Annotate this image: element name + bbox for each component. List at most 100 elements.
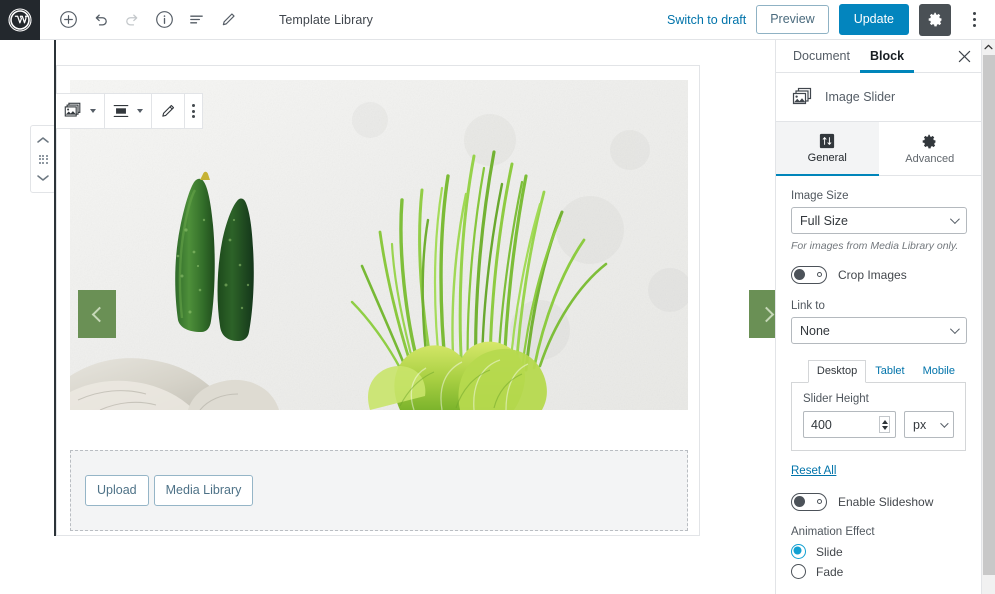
pencil-icon	[162, 104, 175, 117]
media-placeholder: Upload Media Library	[70, 450, 688, 531]
edit-image-button[interactable]	[152, 94, 184, 128]
device-tab-bar: Desktop Tablet Mobile	[791, 360, 966, 383]
tab-general[interactable]: General	[776, 122, 879, 176]
sidebar-block-name: Image Slider	[825, 90, 896, 104]
slider-next-button[interactable]	[749, 290, 775, 338]
more-group	[185, 94, 202, 128]
stepper-down-icon	[881, 425, 888, 430]
animation-option-fade[interactable]: Fade	[791, 564, 966, 579]
link-to-value: None	[800, 323, 830, 338]
redo-button[interactable]	[117, 4, 147, 36]
crop-images-toggle[interactable]	[791, 266, 827, 284]
image-size-helper-text: For images from Media Library only.	[791, 240, 959, 252]
kebab-menu-icon	[972, 12, 976, 15]
gear-icon	[922, 134, 936, 148]
align-button[interactable]	[105, 94, 137, 128]
top-bar-tools	[40, 4, 243, 36]
move-block-down-button[interactable]	[31, 169, 55, 187]
enable-slideshow-row: Enable Slideshow	[791, 493, 966, 511]
tab-block[interactable]: Block	[859, 40, 915, 73]
drag-handle-icon[interactable]	[38, 154, 48, 164]
chevron-down-icon	[949, 214, 960, 225]
chevron-down-icon	[949, 324, 960, 335]
wordpress-block-editor: Template Library Switch to draft Preview…	[0, 0, 995, 594]
editor-top-bar: Template Library Switch to draft Preview…	[0, 0, 995, 40]
slider-prev-button[interactable]	[78, 290, 116, 338]
tab-advanced-label: Advanced	[905, 152, 955, 165]
close-icon	[958, 50, 970, 62]
slider-height-label: Slider Height	[803, 393, 869, 405]
sidebar-scrollbar[interactable]	[981, 40, 995, 594]
chevron-down-icon	[940, 418, 949, 428]
tab-document[interactable]: Document	[783, 40, 860, 72]
link-to-label: Link to	[791, 300, 825, 312]
radio-slide-label: Slide	[816, 544, 843, 559]
top-bar-actions: Switch to draft Preview Update	[667, 3, 995, 36]
animation-effect-radio-group: Slide Fade	[791, 544, 966, 579]
slider-height-stepper[interactable]	[879, 416, 891, 433]
align-center-icon	[113, 105, 129, 117]
align-caret-icon[interactable]	[137, 109, 143, 113]
wordpress-logo-icon[interactable]	[0, 0, 40, 40]
preview-button[interactable]: Preview	[756, 4, 829, 35]
undo-button[interactable]	[85, 4, 115, 36]
general-settings-panel: Image Size Full Size For images from Med…	[776, 176, 981, 579]
move-block-up-button[interactable]	[31, 131, 55, 149]
vegetables-photo	[70, 80, 688, 410]
document-title: Template Library	[279, 12, 374, 27]
animation-option-slide[interactable]: Slide	[791, 544, 966, 559]
scrollbar-thumb[interactable]	[983, 55, 995, 575]
slider-height-controls: 400 px	[803, 411, 954, 438]
tab-general-label: General	[807, 152, 847, 164]
block-mover	[30, 125, 56, 193]
slider-height-input[interactable]: 400	[803, 411, 897, 438]
upload-button[interactable]: Upload	[85, 475, 149, 506]
chevron-up-icon	[984, 44, 993, 50]
block-selection-indicator	[54, 40, 56, 536]
device-tab-tablet[interactable]: Tablet	[866, 360, 913, 382]
enable-slideshow-toggle[interactable]	[791, 493, 827, 511]
sliders-icon	[820, 133, 835, 149]
device-tab-desktop[interactable]: Desktop	[807, 360, 867, 383]
radio-slide[interactable]	[791, 544, 806, 559]
edit-mode-pencil-button[interactable]	[213, 4, 243, 36]
chevron-up-icon	[37, 137, 49, 143]
block-type-caret-icon[interactable]	[90, 109, 96, 113]
add-block-button[interactable]	[53, 4, 83, 36]
editor-canvas: Upload Media Library	[0, 40, 775, 594]
radio-fade[interactable]	[791, 564, 806, 579]
device-tab-mobile[interactable]: Mobile	[914, 360, 964, 382]
chevron-right-icon	[758, 306, 774, 322]
sidebar-tab-bar: Document Block	[776, 40, 981, 73]
settings-gear-button[interactable]	[919, 3, 951, 36]
change-block-type-button[interactable]	[56, 94, 90, 128]
image-size-select[interactable]: Full Size	[791, 207, 967, 234]
update-button[interactable]: Update	[838, 3, 909, 36]
align-group	[105, 94, 152, 128]
content-info-button[interactable]	[149, 4, 179, 36]
block-more-options-button[interactable]	[185, 94, 202, 128]
image-slider-block[interactable]: Upload Media Library	[56, 65, 775, 536]
chevron-left-icon	[91, 306, 107, 322]
media-library-button[interactable]: Media Library	[153, 475, 254, 506]
tab-advanced[interactable]: Advanced	[878, 122, 981, 175]
close-sidebar-button[interactable]	[947, 40, 981, 72]
block-settings-tabs: General Advanced	[776, 122, 981, 176]
crop-images-row: Crop Images	[791, 266, 966, 284]
scrollbar-up-button[interactable]	[982, 40, 995, 54]
switch-to-draft-button[interactable]: Switch to draft	[667, 13, 746, 27]
link-to-select[interactable]: None	[791, 317, 967, 344]
block-type-group	[56, 94, 105, 128]
animation-effect-label: Animation Effect	[791, 526, 875, 538]
chevron-down-icon	[37, 175, 49, 181]
block-navigation-button[interactable]	[181, 4, 211, 36]
block-toolbar	[56, 93, 203, 129]
image-size-value: Full Size	[800, 213, 848, 228]
reset-all-link[interactable]: Reset All	[791, 465, 836, 477]
slider-height-unit-select[interactable]: px	[904, 411, 954, 438]
gear-icon	[928, 12, 941, 27]
sidebar-block-header: Image Slider	[776, 73, 981, 122]
more-menu-button[interactable]	[961, 4, 987, 36]
image-size-label: Image Size	[791, 190, 849, 202]
settings-sidebar: Document Block Image Slider General Adva…	[775, 40, 981, 594]
